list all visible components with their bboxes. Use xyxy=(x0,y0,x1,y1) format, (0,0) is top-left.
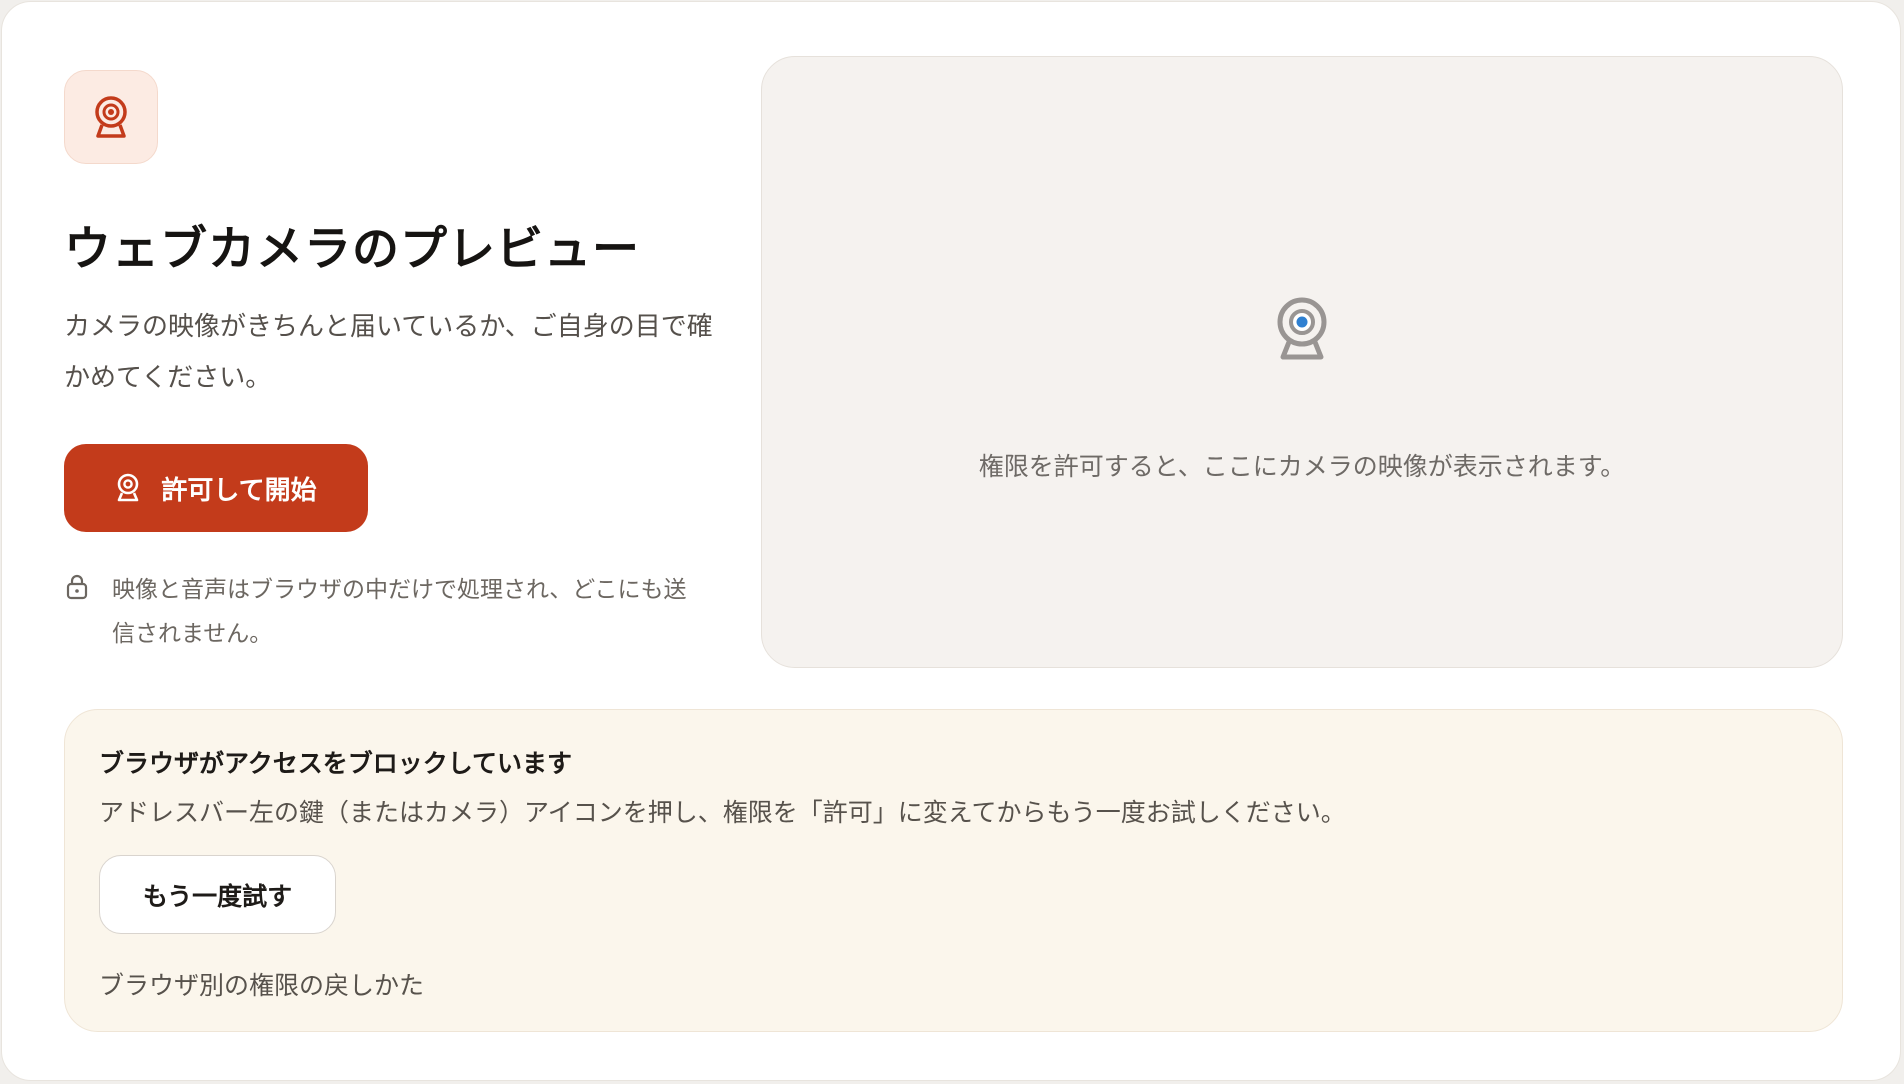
webcam-icon xyxy=(95,96,127,138)
privacy-note: 映像と音声はブラウザの中だけで処理され、どこにも送信されません。 xyxy=(64,568,704,656)
browser-permission-help-link[interactable]: ブラウザ別の権限の戻しかた xyxy=(99,966,424,1002)
alert-title: ブラウザがアクセスをブロックしています xyxy=(99,749,573,778)
page-title: ウェブカメラのプレビュー xyxy=(64,222,640,277)
webcam-preview-card: ウェブカメラのプレビュー カメラの映像がきちんと届いているか、ご自身の目で確かめ… xyxy=(1,1,1901,1081)
permission-blocked-alert: ブラウザがアクセスをブロックしています アドレスバー左の鍵（またはカメラ）アイコ… xyxy=(64,709,1843,1032)
preview-placeholder-text: 権限を許可すると、ここにカメラの映像が表示されます。 xyxy=(978,452,1626,481)
page-description: カメラの映像がきちんと届いているか、ご自身の目で確かめてください。 xyxy=(64,312,713,393)
webcam-icon xyxy=(118,473,139,502)
retry-button[interactable]: もう一度試す xyxy=(99,855,336,934)
alert-body: アドレスバー左の鍵（またはカメラ）アイコンを押し、権限を「許可」に変えてからもう… xyxy=(99,798,1346,827)
allow-and-start-button[interactable]: 許可して開始 xyxy=(64,444,368,532)
privacy-text: 映像と音声はブラウザの中だけで処理され、どこにも送信されません。 xyxy=(112,577,687,647)
webcam-icon xyxy=(1277,297,1327,360)
lock-icon xyxy=(66,574,88,600)
allow-and-start-label: 許可して開始 xyxy=(161,475,317,506)
camera-preview-area: 権限を許可すると、ここにカメラの映像が表示されます。 xyxy=(761,56,1843,668)
app-icon-tile xyxy=(64,70,158,164)
